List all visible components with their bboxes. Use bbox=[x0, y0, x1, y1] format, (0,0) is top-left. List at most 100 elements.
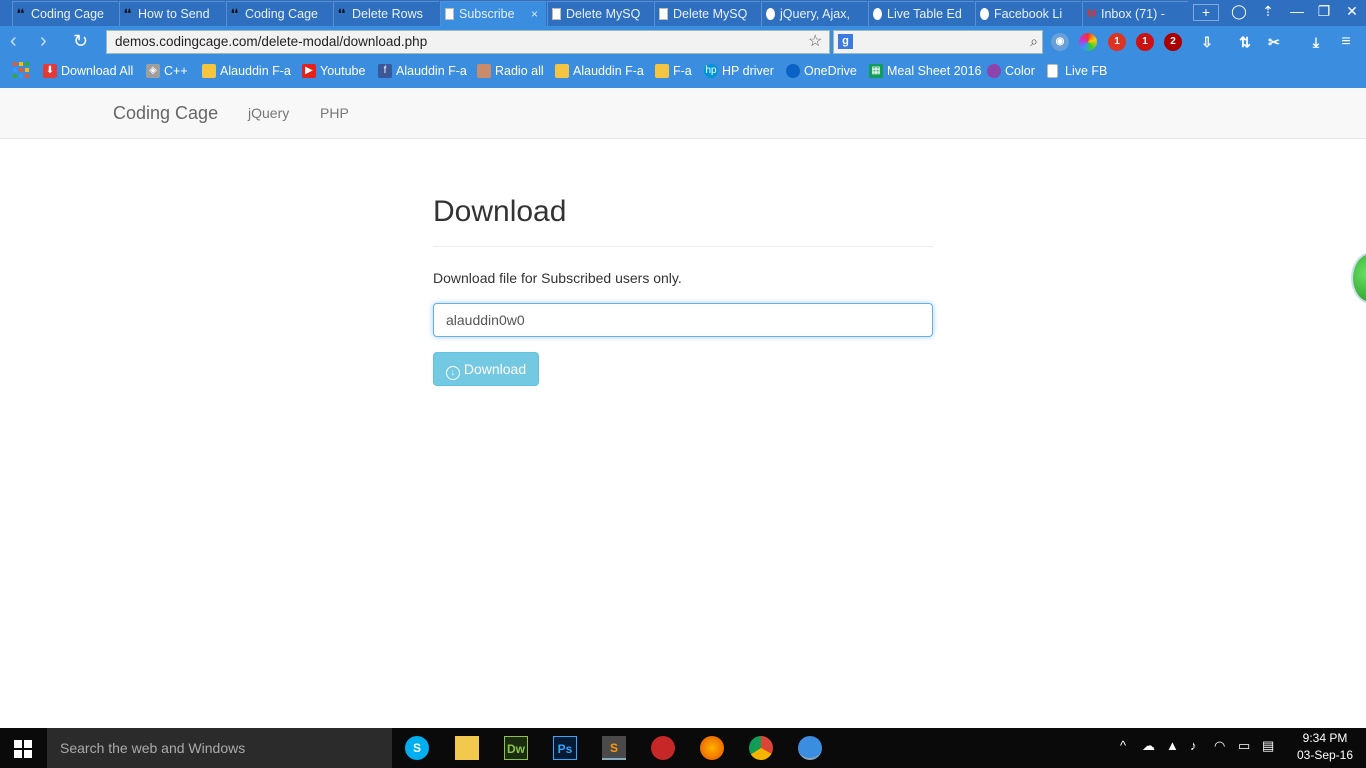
extension-badge-1[interactable]: 1 bbox=[1108, 33, 1126, 51]
email-field[interactable] bbox=[433, 303, 933, 337]
clock-time: 9:34 PM bbox=[1302, 731, 1348, 745]
volume-icon[interactable]: ♪ bbox=[1190, 738, 1197, 753]
menu-icon[interactable]: ≡ bbox=[1337, 33, 1355, 51]
bookmark-alauddin-folder-2[interactable]: Alauddin F-a bbox=[555, 64, 644, 78]
nav-link-php[interactable]: PHP bbox=[320, 105, 349, 121]
folder-icon bbox=[202, 64, 216, 78]
tab-jquery-ajax[interactable]: jQuery, Ajax, bbox=[761, 1, 867, 26]
gmail-icon: M bbox=[1087, 8, 1097, 20]
restore-icon[interactable]: ❐ bbox=[1314, 3, 1334, 20]
bookmark-alauddin-folder-1[interactable]: Alauddin F-a bbox=[202, 64, 291, 78]
extension-icon[interactable]: ◉ bbox=[1051, 33, 1069, 51]
download-circle-icon: ↓ bbox=[445, 366, 460, 380]
cpp-icon: ◈ bbox=[146, 64, 160, 78]
facebook-icon: f bbox=[378, 64, 392, 78]
bookmark-youtube[interactable]: ▶ Youtube bbox=[302, 64, 365, 78]
reload-icon[interactable]: ↻ bbox=[73, 30, 88, 52]
google-icon: g bbox=[838, 34, 853, 49]
bookmark-live-fb[interactable]: Live FB bbox=[1047, 64, 1107, 78]
taskbar-search[interactable]: Search the web and Windows bbox=[47, 728, 392, 768]
feedback-icon[interactable]: ◯ bbox=[1229, 3, 1249, 20]
scissors-icon[interactable]: ✂ bbox=[1265, 33, 1283, 51]
app-icon[interactable] bbox=[651, 736, 675, 760]
document-icon bbox=[1047, 64, 1058, 78]
windows-taskbar: Search the web and Windows S Dw Ps S ^ ☁… bbox=[0, 728, 1366, 768]
color-wheel-icon[interactable] bbox=[1079, 33, 1097, 51]
tab-delete-mysql-2[interactable]: Delete MySQ bbox=[654, 1, 760, 26]
search-icon[interactable]: ⌕ bbox=[1030, 33, 1038, 50]
download-icon[interactable]: ⤓ bbox=[1307, 33, 1325, 51]
back-icon[interactable]: ‹ bbox=[10, 30, 17, 52]
codingcage-icon: ❛❛ bbox=[231, 8, 239, 20]
tab-facebook[interactable]: Facebook Li bbox=[975, 1, 1081, 26]
page-title: Download bbox=[433, 195, 567, 228]
adblock-icon[interactable]: 1 bbox=[1136, 33, 1154, 51]
document-icon bbox=[552, 8, 561, 20]
forward-icon[interactable]: › bbox=[40, 30, 47, 52]
browser-chrome: ❛❛ Coding Cage ❛❛ How to Send ❛❛ Coding Cag… bbox=[0, 0, 1366, 88]
document-icon bbox=[445, 8, 454, 20]
sync-icon[interactable]: ⇅ bbox=[1236, 33, 1254, 51]
battery-icon[interactable]: ▭ bbox=[1238, 738, 1250, 754]
site-navbar: Coding Cage jQuery PHP bbox=[0, 88, 1366, 139]
tab-subscribe[interactable]: Subscribe × bbox=[440, 1, 546, 26]
notifications-icon[interactable]: ▤ bbox=[1262, 738, 1274, 754]
bookmark-radio-all[interactable]: Radio all bbox=[477, 64, 544, 78]
bookmark-star-icon[interactable]: ☆ bbox=[808, 31, 822, 51]
download-manager-icon[interactable]: ⇩ bbox=[1198, 33, 1216, 51]
new-tab-button[interactable]: + bbox=[1193, 4, 1219, 21]
tab-strip: ❛❛ Coding Cage ❛❛ How to Send ❛❛ Coding Cag… bbox=[0, 0, 1366, 26]
tab-coding-cage-2[interactable]: ❛❛ Coding Cage bbox=[226, 1, 332, 26]
codingcage-icon: ❛❛ bbox=[338, 8, 346, 20]
firefox-icon[interactable] bbox=[700, 736, 724, 760]
skype-icon[interactable]: S bbox=[405, 736, 429, 760]
drop-icon bbox=[873, 8, 882, 20]
tab-live-table[interactable]: Live Table Ed bbox=[868, 1, 974, 26]
browser-icon[interactable] bbox=[798, 736, 822, 760]
sublime-icon[interactable]: S bbox=[602, 736, 626, 760]
download-all-icon: ⬇ bbox=[43, 64, 57, 78]
bookmark-cpp[interactable]: ◈ C++ bbox=[146, 64, 188, 78]
bookmark-color[interactable]: Color bbox=[987, 64, 1035, 78]
wifi-icon[interactable]: ◠ bbox=[1214, 738, 1225, 754]
address-bar[interactable]: demos.codingcage.com/delete-modal/downlo… bbox=[106, 30, 830, 54]
nav-link-jquery[interactable]: jQuery bbox=[248, 105, 289, 121]
drop-icon bbox=[980, 8, 989, 20]
tab-close-button[interactable]: × bbox=[531, 2, 538, 26]
drive-icon[interactable]: ▲ bbox=[1166, 738, 1179, 753]
youtube-icon: ▶ bbox=[302, 64, 316, 78]
bookmark-hp-driver[interactable]: hp HP driver bbox=[704, 64, 774, 78]
tab-how-to-send[interactable]: ❛❛ How to Send bbox=[119, 1, 225, 26]
close-window-icon[interactable]: ✕ bbox=[1342, 3, 1362, 20]
taskbar-clock[interactable]: 9:34 PM 03-Sep-16 bbox=[1290, 730, 1360, 764]
chevron-up-icon[interactable]: ^ bbox=[1120, 738, 1126, 753]
photoshop-icon[interactable]: Ps bbox=[553, 736, 577, 760]
tab-inbox[interactable]: M Inbox (71) - bbox=[1082, 1, 1188, 26]
tab-coding-cage-1[interactable]: ❛❛ Coding Cage bbox=[12, 1, 118, 26]
cloud-icon[interactable]: ☁ bbox=[1142, 738, 1155, 754]
start-button[interactable] bbox=[14, 740, 32, 758]
hp-icon: hp bbox=[704, 64, 718, 78]
bookmark-fa-folder[interactable]: F-a bbox=[655, 64, 692, 78]
site-brand[interactable]: Coding Cage bbox=[113, 103, 218, 124]
bookmark-download-all[interactable]: ⬇ Download All bbox=[43, 64, 133, 78]
pin-icon[interactable]: ⇡ bbox=[1258, 3, 1278, 20]
page-description: Download file for Subscribed users only. bbox=[433, 270, 682, 286]
tab-delete-rows[interactable]: ❛❛ Delete Rows bbox=[333, 1, 439, 26]
search-engine-box[interactable]: g ⌕ bbox=[833, 30, 1043, 54]
download-button[interactable]: ↓ Download bbox=[433, 352, 539, 386]
floating-widget-icon[interactable] bbox=[1351, 252, 1366, 304]
codingcage-icon: ❛❛ bbox=[17, 8, 25, 20]
dreamweaver-icon[interactable]: Dw bbox=[504, 736, 528, 760]
bookmark-alauddin-fb[interactable]: f Alauddin F-a bbox=[378, 64, 467, 78]
extension-badge-2[interactable]: 2 bbox=[1164, 33, 1182, 51]
minimize-icon[interactable]: — bbox=[1287, 3, 1307, 19]
document-icon bbox=[659, 8, 668, 20]
file-explorer-icon[interactable] bbox=[455, 736, 479, 760]
bookmark-meal-sheet[interactable]: ▦ Meal Sheet 2016 bbox=[869, 64, 982, 78]
bookmark-onedrive[interactable]: OneDrive bbox=[786, 64, 857, 78]
chrome-icon[interactable] bbox=[749, 736, 773, 760]
divider bbox=[433, 246, 933, 247]
sheets-icon: ▦ bbox=[869, 64, 883, 78]
tab-delete-mysql-1[interactable]: Delete MySQ bbox=[547, 1, 653, 26]
